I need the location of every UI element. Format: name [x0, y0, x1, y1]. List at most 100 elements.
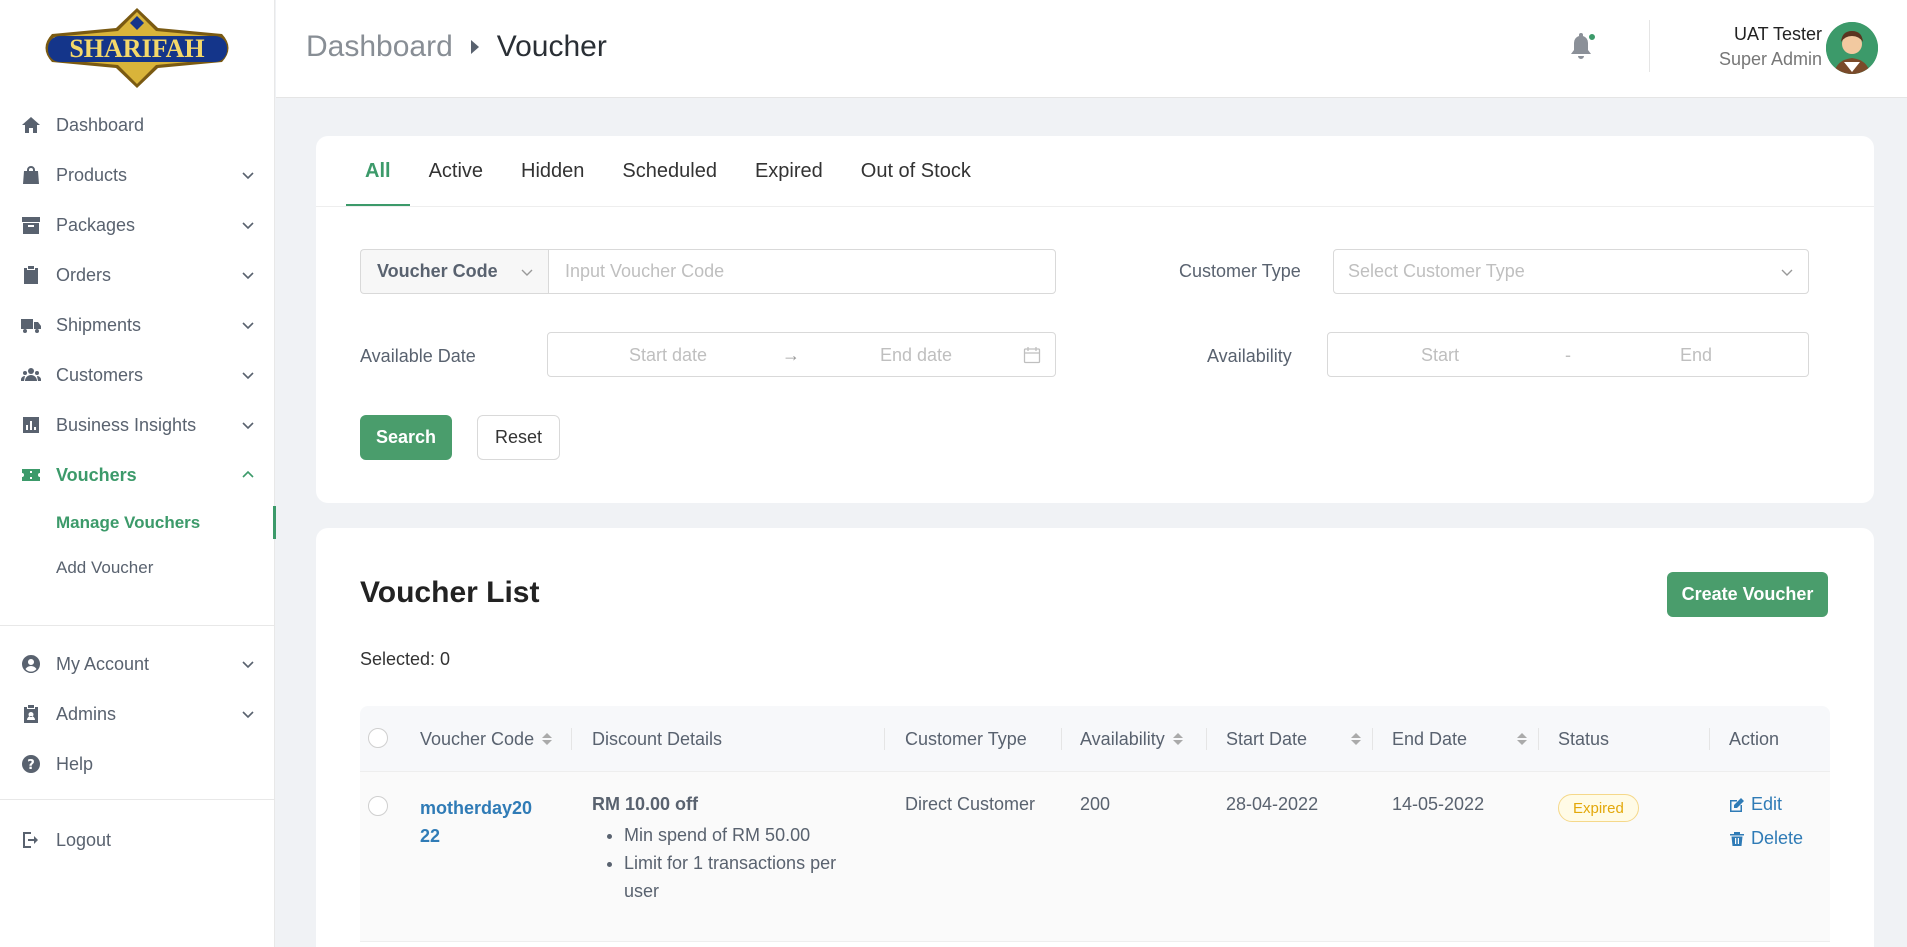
notification-bell-icon[interactable]	[1569, 32, 1597, 64]
column-separator	[571, 728, 572, 750]
availability-end-input[interactable]: End	[1680, 345, 1712, 366]
delete-button[interactable]: Delete	[1729, 828, 1803, 849]
customer-type-placeholder: Select Customer Type	[1348, 261, 1525, 281]
sidebar-item-admins[interactable]: Admins	[0, 689, 275, 739]
arrow-right-icon: →	[782, 345, 800, 365]
chevron-down-icon	[242, 422, 254, 430]
tab-out-of-stock[interactable]: Out of Stock	[842, 136, 990, 207]
create-voucher-button[interactable]: Create Voucher	[1667, 572, 1828, 617]
sidebar-item-my-account[interactable]: My Account	[0, 639, 275, 689]
sidebar-subitem-manage-vouchers[interactable]: Manage Vouchers	[0, 500, 276, 545]
sidebar-item-dashboard[interactable]: Dashboard	[0, 100, 275, 150]
avatar[interactable]	[1826, 22, 1878, 74]
table-header: Voucher Code Discount Details Customer T…	[360, 706, 1830, 772]
sidebar-item-orders[interactable]: Orders	[0, 250, 275, 300]
logout-button[interactable]: Logout	[0, 815, 275, 865]
column-header-start-date[interactable]: Start Date	[1226, 706, 1361, 772]
column-separator	[1372, 728, 1373, 750]
sidebar-item-help[interactable]: ? Help	[0, 739, 275, 789]
edit-button[interactable]: Edit	[1729, 794, 1782, 815]
users-icon	[20, 364, 42, 386]
end-date-cell: 14-05-2022	[1392, 794, 1485, 814]
column-separator	[1061, 728, 1062, 750]
reset-button[interactable]: Reset	[477, 415, 560, 460]
selected-count: Selected: 0	[360, 649, 451, 669]
breadcrumb-dashboard[interactable]: Dashboard	[306, 30, 453, 64]
discount-title: RM 10.00 off	[592, 794, 699, 814]
brand-logo[interactable]: SHARIFAH	[40, 6, 235, 90]
logout-icon	[20, 829, 42, 851]
table-row: motherday20 22 RM 10.00 off Min spend of…	[360, 772, 1830, 942]
select-all-checkbox[interactable]	[368, 728, 388, 748]
tab-scheduled[interactable]: Scheduled	[603, 136, 736, 207]
chevron-up-icon	[242, 470, 254, 478]
chevron-down-icon	[242, 372, 254, 380]
tab-active[interactable]: Active	[410, 136, 502, 207]
edit-label: Edit	[1751, 794, 1783, 814]
admin-icon	[20, 703, 42, 725]
column-header-label: Action	[1729, 728, 1780, 749]
sidebar-subitem-add-voucher[interactable]: Add Voucher	[0, 545, 275, 590]
tab-hidden[interactable]: Hidden	[502, 136, 603, 207]
svg-text:?: ?	[27, 758, 35, 773]
column-header-voucher-code[interactable]: Voucher Code	[420, 706, 553, 772]
sidebar: SHARIFAH Dashboard Products Packages Ord…	[0, 0, 276, 947]
column-separator	[884, 728, 885, 750]
sidebar-item-label: Shipments	[56, 314, 142, 335]
column-header-label: Customer Type	[905, 728, 1027, 749]
column-header-end-date[interactable]: End Date	[1392, 706, 1527, 772]
clipboard-icon	[20, 264, 42, 286]
availability-start-input[interactable]: Start	[1421, 345, 1459, 366]
voucher-list-title: Voucher List	[360, 576, 540, 609]
sidebar-item-products[interactable]: Products	[0, 150, 275, 200]
sidebar-item-shipments[interactable]: Shipments	[0, 300, 275, 350]
chevron-down-icon	[242, 711, 254, 719]
search-button[interactable]: Search	[360, 415, 452, 460]
sidebar-item-vouchers[interactable]: Vouchers	[0, 450, 275, 500]
sidebar-item-customers[interactable]: Customers	[0, 350, 275, 400]
edit-icon	[1730, 797, 1744, 812]
delete-label: Delete	[1751, 828, 1804, 848]
tab-expired[interactable]: Expired	[736, 136, 842, 207]
column-header-action: Action	[1729, 706, 1779, 772]
sort-icon	[1172, 733, 1183, 745]
column-header-customer-type: Customer Type	[905, 706, 1027, 772]
chevron-down-icon	[242, 272, 254, 280]
filter-card: All Active Hidden Scheduled Expired Out …	[316, 136, 1874, 503]
voucher-code-line: motherday20	[420, 798, 533, 818]
status-tabs: All Active Hidden Scheduled Expired Out …	[346, 136, 990, 207]
user-info[interactable]: UAT Tester Super Admin	[1719, 24, 1822, 70]
tabs-divider	[316, 206, 1874, 207]
status-badge: Expired	[1558, 794, 1639, 822]
search-field-select-value: Voucher Code	[377, 261, 498, 281]
chevron-down-icon	[1781, 269, 1793, 276]
search-field-select[interactable]: Voucher Code	[360, 249, 548, 294]
user-circle-icon	[20, 653, 42, 675]
start-date-input[interactable]: Start date	[629, 345, 707, 366]
customer-type-select[interactable]: Select Customer Type	[1333, 249, 1809, 294]
logout-label: Logout	[56, 829, 112, 850]
sidebar-item-business-insights[interactable]: Business Insights	[0, 400, 275, 450]
column-separator	[1538, 728, 1539, 750]
column-header-label: Start Date	[1226, 728, 1308, 749]
box-icon	[20, 214, 42, 236]
discount-details-cell: RM 10.00 off Min spend of RM 50.00 Limit…	[592, 794, 852, 905]
sort-icon	[1351, 733, 1361, 745]
customer-type-label: Customer Type	[1179, 261, 1301, 281]
available-date-range-picker[interactable]: Start date → End date	[547, 332, 1056, 377]
row-checkbox[interactable]	[368, 796, 388, 816]
sidebar-item-packages[interactable]: Packages	[0, 200, 275, 250]
top-header: Dashboard Voucher UAT Tester Super Admin	[276, 0, 1907, 98]
chevron-down-icon	[521, 269, 533, 276]
breadcrumb: Dashboard Voucher	[306, 30, 607, 64]
voucher-code-input[interactable]: Input Voucher Code	[548, 249, 1056, 294]
header-divider	[1649, 20, 1650, 72]
column-header-availability[interactable]: Availability	[1080, 706, 1183, 772]
ticket-icon	[20, 464, 42, 486]
chevron-down-icon	[242, 222, 254, 230]
tab-all[interactable]: All	[346, 136, 410, 207]
voucher-code-link[interactable]: motherday20 22	[420, 794, 532, 850]
sidebar-item-label: Admins	[56, 703, 117, 724]
customer-type-cell: Direct Customer	[905, 794, 1036, 814]
end-date-input[interactable]: End date	[880, 345, 952, 366]
